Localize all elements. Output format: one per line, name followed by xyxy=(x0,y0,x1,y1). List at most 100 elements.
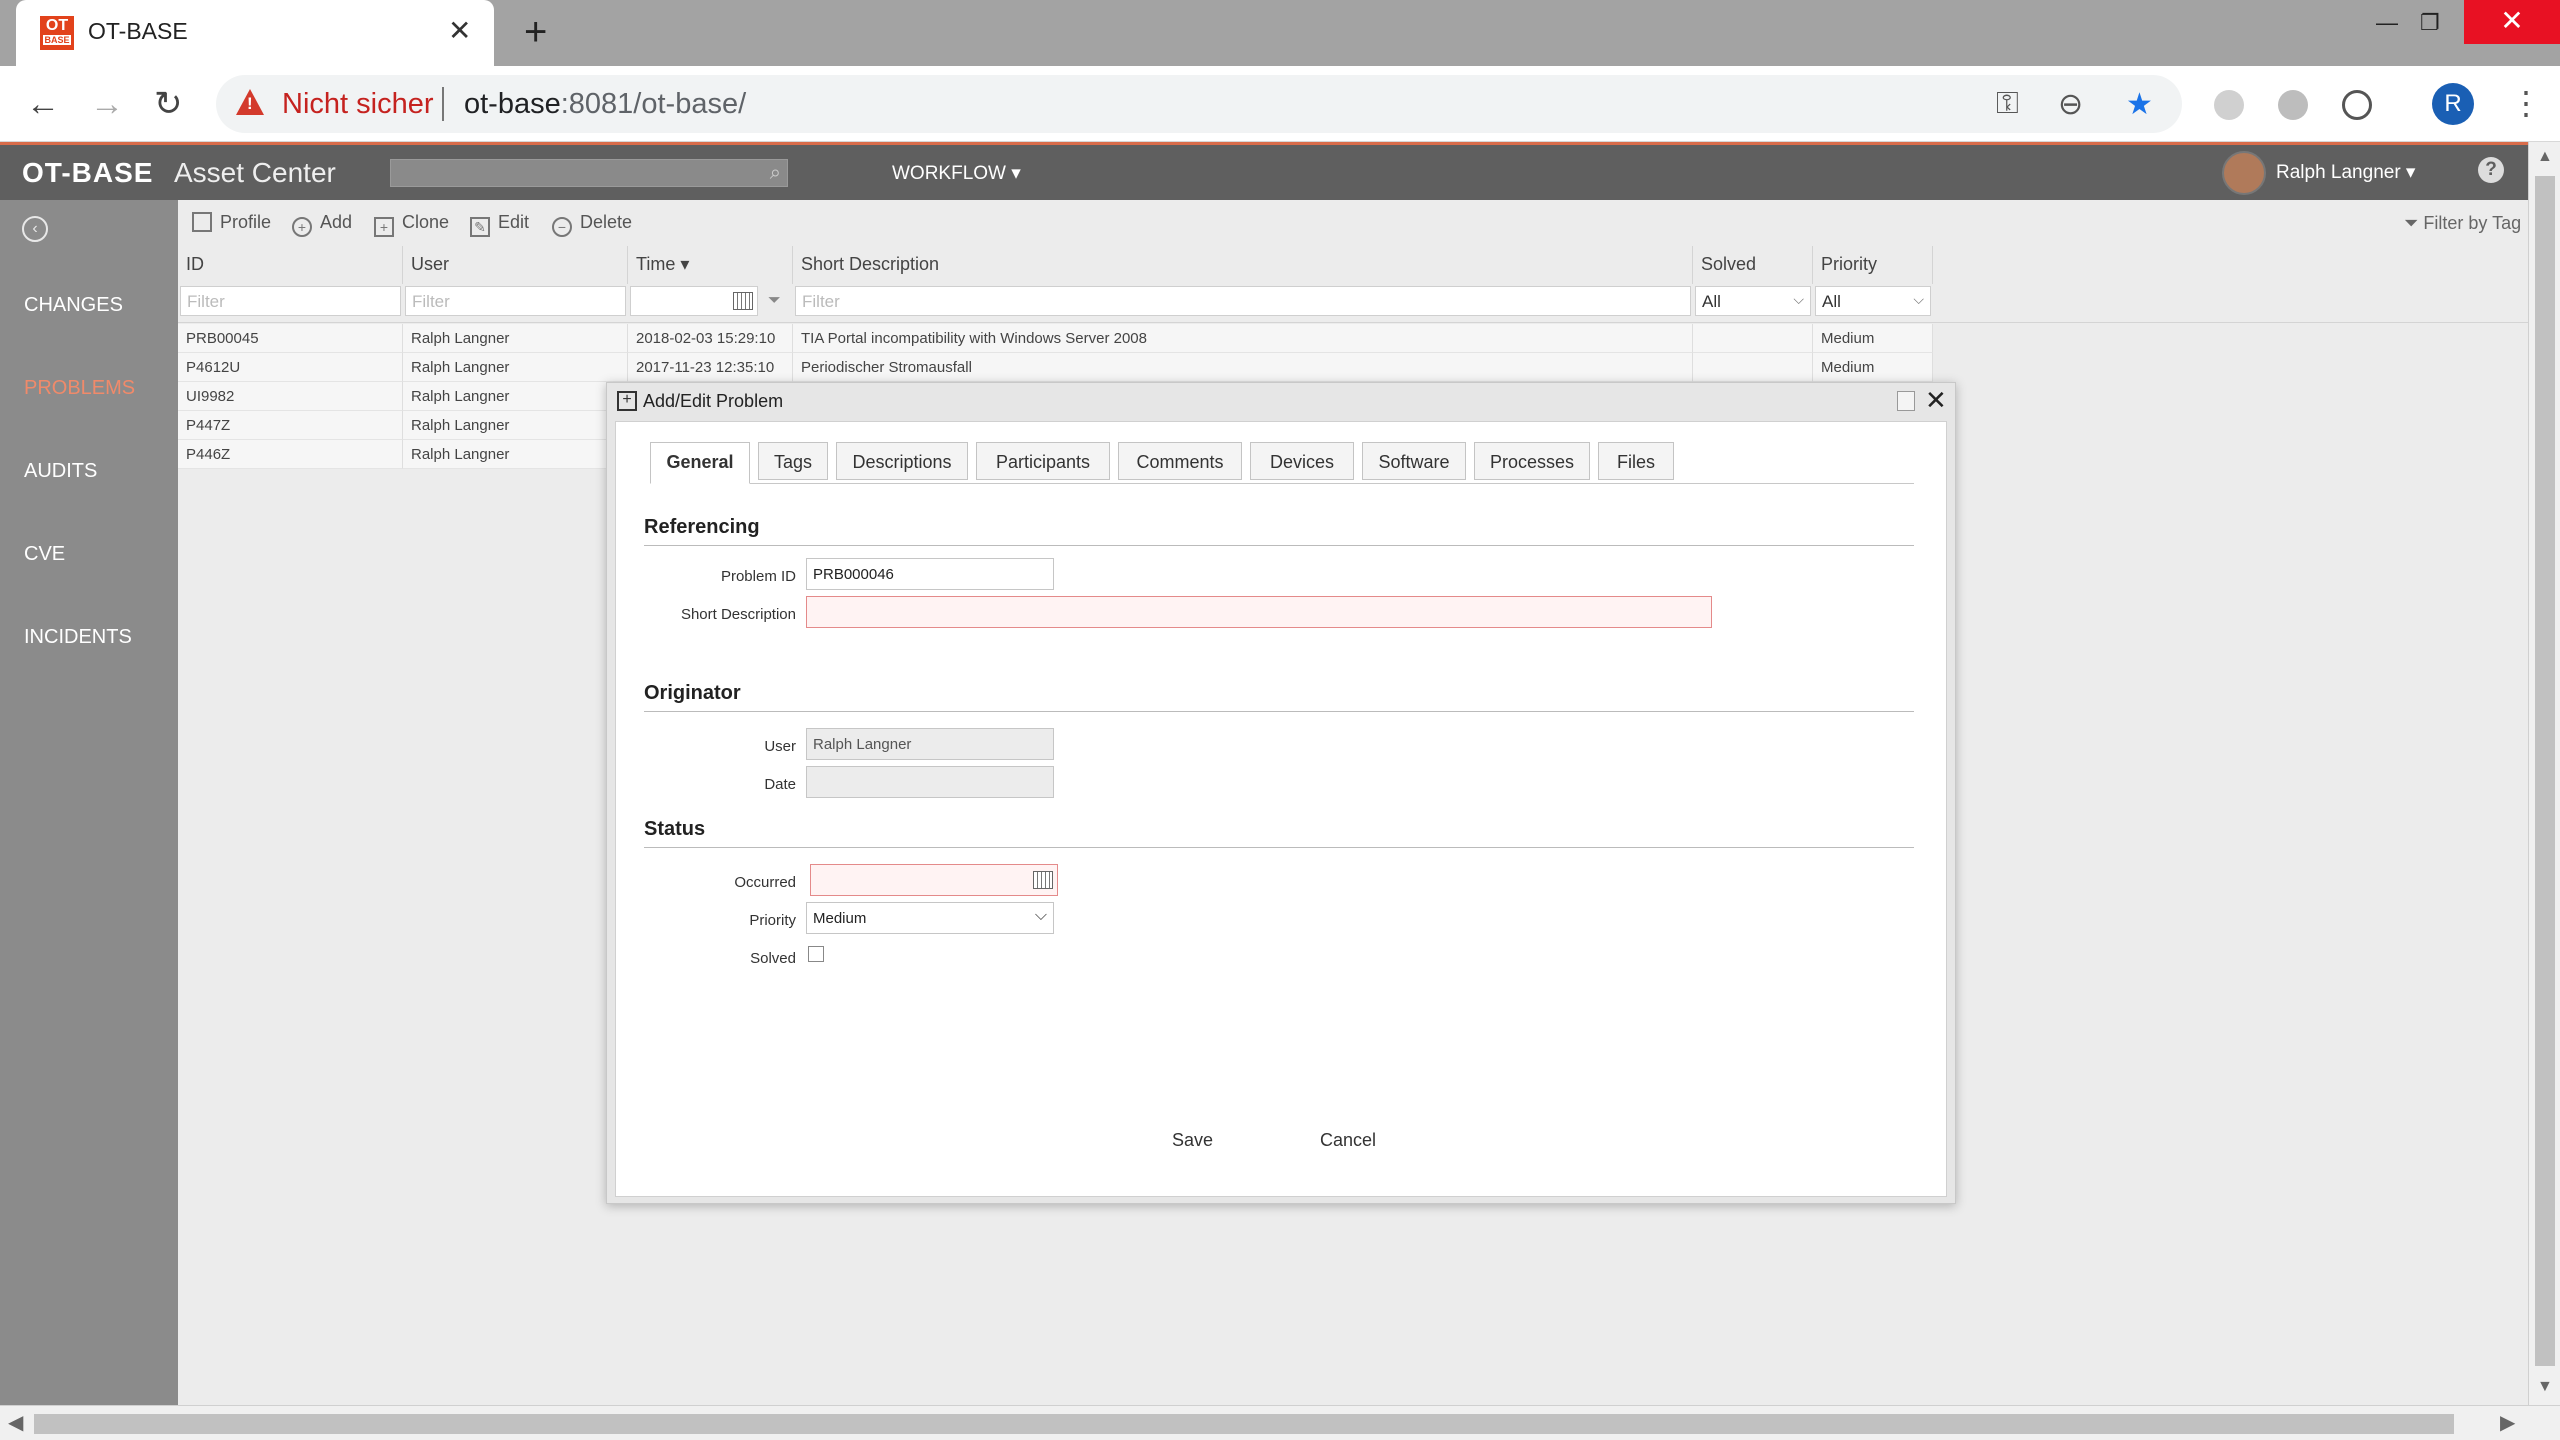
search-icon[interactable]: ⌕ xyxy=(770,162,781,185)
table-cell[interactable] xyxy=(1693,324,1813,353)
horizontal-scrollbar[interactable]: ◀ ▶ xyxy=(0,1405,2560,1440)
grid-divider xyxy=(178,322,2528,323)
scroll-left-icon[interactable]: ◀ xyxy=(8,1410,23,1435)
time-filter-funnel-icon[interactable]: ⏷ xyxy=(768,292,781,310)
table-cell[interactable]: PRB00045 xyxy=(178,324,403,353)
column-header-user[interactable]: User xyxy=(403,246,628,284)
table-cell[interactable]: Ralph Langner xyxy=(403,382,628,411)
cancel-button[interactable]: Cancel xyxy=(1320,1130,1376,1151)
sidebar-item-changes[interactable]: CHANGES xyxy=(24,294,123,317)
table-cell[interactable]: Ralph Langner xyxy=(403,324,628,353)
browser-menu-icon[interactable]: ⋮ xyxy=(2510,84,2542,122)
column-header-short-description[interactable]: Short Description xyxy=(793,246,1693,284)
browser-tab[interactable]: OT BASE OT-BASE ✕ xyxy=(16,0,494,66)
table-cell[interactable]: Ralph Langner xyxy=(403,353,628,382)
occurred-field[interactable] xyxy=(810,864,1058,896)
table-cell[interactable]: TIA Portal incompatibility with Windows … xyxy=(793,324,1693,353)
reload-icon[interactable]: ↻ xyxy=(154,84,183,124)
short-description-field[interactable] xyxy=(806,596,1712,628)
zoom-icon[interactable]: ⊖ xyxy=(2058,87,2083,122)
calendar-icon[interactable] xyxy=(1033,871,1053,889)
security-label[interactable]: Nicht sicher xyxy=(282,88,434,121)
description-filter-input[interactable]: Filter xyxy=(795,286,1691,316)
table-cell[interactable]: 2018-02-03 15:29:10 xyxy=(628,324,793,353)
edit-button[interactable]: ✎ Edit xyxy=(470,212,529,237)
tab-comments[interactable]: Comments xyxy=(1118,442,1242,480)
key-icon[interactable]: ⚿ xyxy=(1996,87,2019,121)
maximize-icon[interactable] xyxy=(1897,391,1915,411)
table-cell[interactable]: Medium xyxy=(1813,324,1933,353)
restore-icon[interactable]: ❐ xyxy=(2420,10,2440,36)
solved-filter-select[interactable]: All ⌵ xyxy=(1695,286,1811,316)
column-header-priority[interactable]: Priority xyxy=(1813,246,1933,284)
profile-avatar[interactable]: R xyxy=(2432,83,2474,125)
window-close-icon[interactable]: ✕ xyxy=(2464,0,2560,44)
table-cell[interactable]: UI9982 xyxy=(178,382,403,411)
sidebar-item-problems[interactable]: PROBLEMS xyxy=(24,377,135,400)
sidebar-item-cve[interactable]: CVE xyxy=(24,543,65,566)
table-cell[interactable]: Periodischer Stromausfall xyxy=(793,353,1693,382)
table-cell[interactable]: P446Z xyxy=(178,440,403,469)
scroll-down-icon[interactable]: ▼ xyxy=(2537,1378,2553,1396)
clone-button[interactable]: + Clone xyxy=(374,212,449,237)
solved-checkbox[interactable] xyxy=(808,946,824,962)
new-tab-icon[interactable]: + xyxy=(524,12,547,52)
horizontal-scroll-thumb[interactable] xyxy=(34,1414,2454,1434)
problem-id-field[interactable]: PRB000046 xyxy=(806,558,1054,590)
tab-files[interactable]: Files xyxy=(1598,442,1674,480)
table-cell[interactable]: Ralph Langner xyxy=(403,411,628,440)
tab-participants[interactable]: Participants xyxy=(976,442,1110,480)
workflow-menu[interactable]: WORKFLOW ▾ xyxy=(892,162,1021,185)
help-icon[interactable]: ? xyxy=(2478,157,2504,183)
extension-shield-icon[interactable] xyxy=(2214,90,2244,120)
dialog-titlebar[interactable]: + Add/Edit Problem ✕ xyxy=(607,383,1955,419)
table-cell[interactable]: 2017-11-23 12:35:10 xyxy=(628,353,793,382)
priority-select[interactable]: Medium ⌵ xyxy=(806,902,1054,934)
filter-by-tag-button[interactable]: ⏷ Filter by Tag xyxy=(2404,213,2521,234)
scroll-right-icon[interactable]: ▶ xyxy=(2500,1410,2515,1435)
tab-close-icon[interactable]: ✕ xyxy=(448,16,471,46)
dialog-close-icon[interactable]: ✕ xyxy=(1925,385,1947,416)
extension-circle-icon[interactable] xyxy=(2278,90,2308,120)
priority-filter-select[interactable]: All ⌵ xyxy=(1815,286,1931,316)
calendar-icon[interactable] xyxy=(733,292,753,310)
add-button[interactable]: + Add xyxy=(292,212,352,237)
column-header-id[interactable]: ID xyxy=(178,246,403,284)
save-button[interactable]: Save xyxy=(1172,1130,1213,1151)
column-header-time[interactable]: Time ▾ xyxy=(628,246,793,284)
url-text[interactable]: ot-base:8081/ot-base/ xyxy=(464,88,746,121)
id-filter-input[interactable]: Filter xyxy=(180,286,401,316)
collapse-sidebar-icon[interactable]: ‹ xyxy=(22,216,48,242)
forward-icon[interactable]: → xyxy=(90,84,124,124)
table-cell[interactable] xyxy=(1693,353,1813,382)
table-cell[interactable]: P4612U xyxy=(178,353,403,382)
table-cell[interactable]: Ralph Langner xyxy=(403,440,628,469)
user-avatar[interactable] xyxy=(2222,151,2266,195)
tab-software[interactable]: Software xyxy=(1362,442,1466,480)
user-filter-input[interactable]: Filter xyxy=(405,286,626,316)
column-header-solved[interactable]: Solved xyxy=(1693,246,1813,284)
minimize-icon[interactable]: — xyxy=(2376,10,2398,36)
table-cell[interactable]: P447Z xyxy=(178,411,403,440)
delete-button[interactable]: − Delete xyxy=(552,212,632,237)
vertical-scrollbar[interactable]: ▲ ▼ xyxy=(2528,142,2560,1405)
bookmark-star-icon[interactable]: ★ xyxy=(2126,87,2153,122)
scroll-up-icon[interactable]: ▲ xyxy=(2537,148,2553,166)
tab-tags[interactable]: Tags xyxy=(758,442,828,480)
tab-descriptions[interactable]: Descriptions xyxy=(836,442,968,480)
back-icon[interactable]: ← xyxy=(26,84,60,124)
profile-button[interactable]: Profile xyxy=(192,212,271,233)
address-bar[interactable]: Nicht sicher ot-base:8081/ot-base/ ⚿ ⊖ ★ xyxy=(216,75,2182,133)
table-cell[interactable]: Medium xyxy=(1813,353,1933,382)
sidebar-item-audits[interactable]: AUDITS xyxy=(24,460,97,483)
app-logo[interactable]: OT-BASE xyxy=(22,157,153,189)
tab-general[interactable]: General xyxy=(650,442,750,484)
sidebar-item-incidents[interactable]: INCIDENTS xyxy=(24,626,132,649)
extension-code-icon[interactable] xyxy=(2342,90,2372,120)
global-search-input[interactable]: ⌕ xyxy=(390,159,788,187)
vertical-scroll-thumb[interactable] xyxy=(2535,176,2555,1366)
tab-devices[interactable]: Devices xyxy=(1250,442,1354,480)
time-filter-input[interactable] xyxy=(630,286,758,316)
tab-processes[interactable]: Processes xyxy=(1474,442,1590,480)
user-menu[interactable]: Ralph Langner ▾ xyxy=(2276,161,2415,184)
